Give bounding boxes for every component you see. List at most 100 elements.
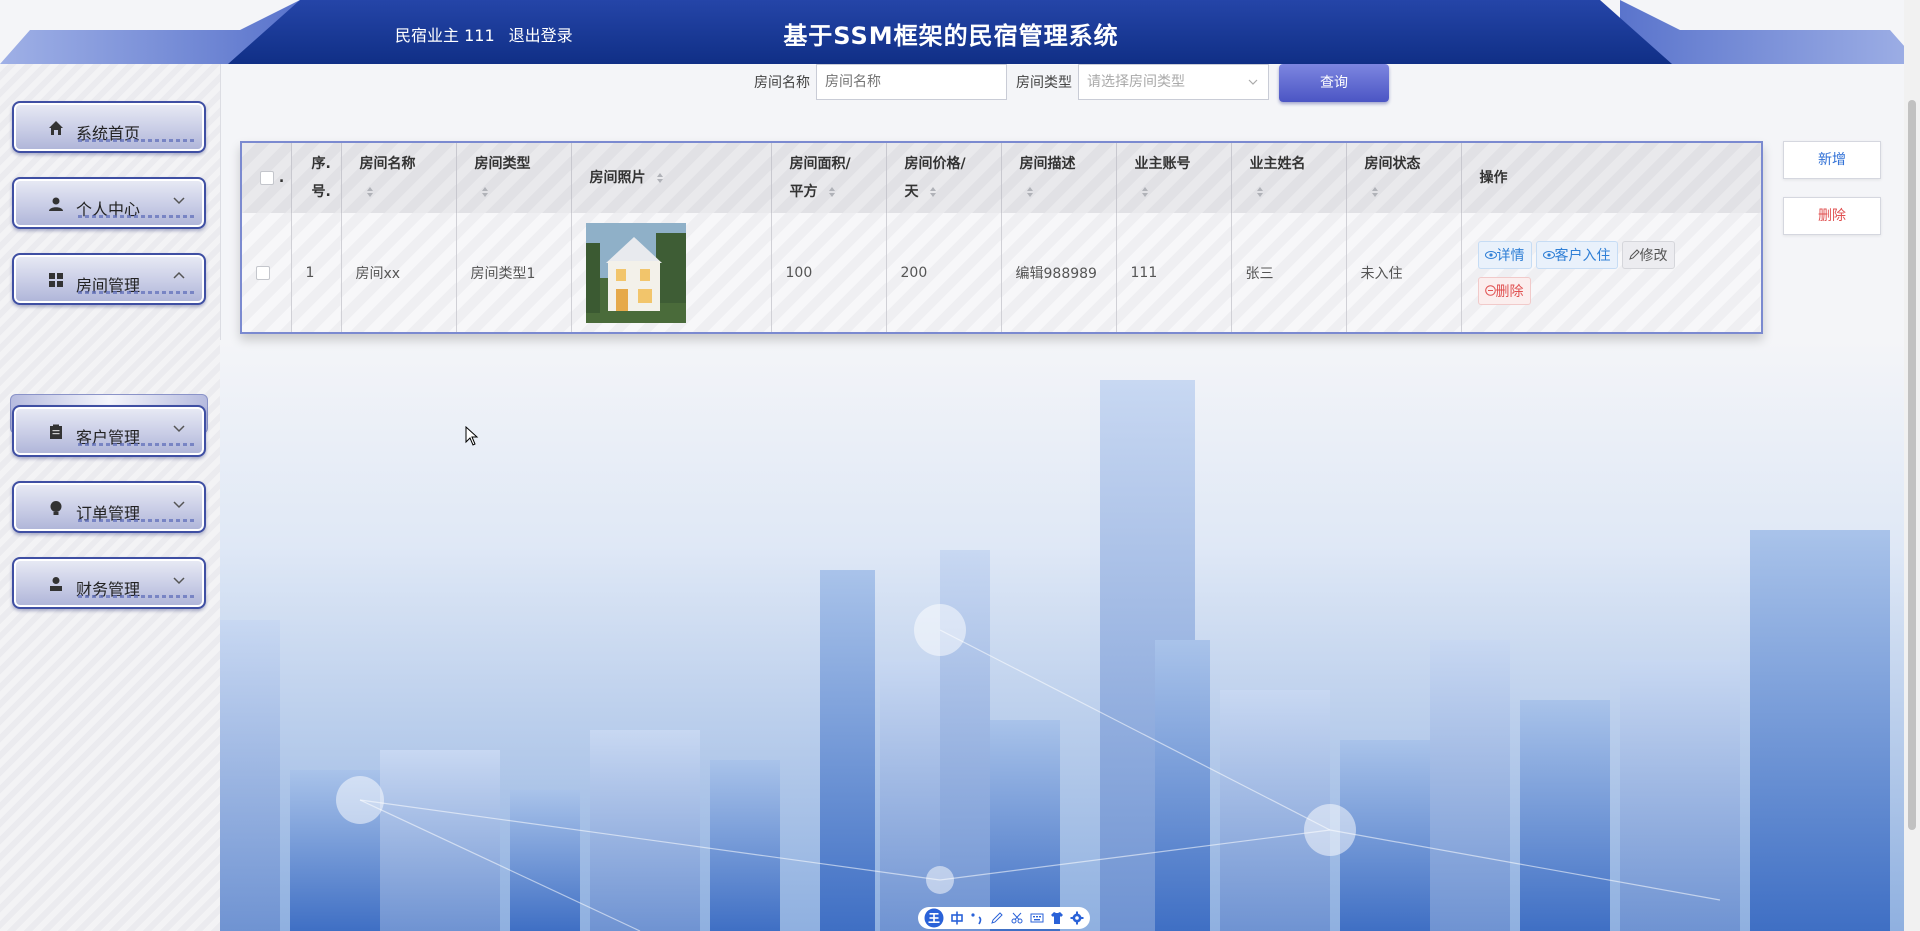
chevron-down-icon [173, 577, 185, 585]
edit-button[interactable]: 修改 [1621, 240, 1675, 269]
checkin-label: 客户入住 [1554, 247, 1611, 264]
keyboard-icon[interactable] [1030, 911, 1044, 925]
checkin-button[interactable]: 客户入住 [1535, 240, 1618, 269]
sidebar: 系统首页 个人中心 房间管理 房间 客户管理 订单管理 财务管理 [0, 64, 221, 931]
row-delete-button[interactable]: 删除 [1477, 276, 1531, 305]
sort-icon [481, 187, 488, 197]
col-header-index: 序. 号. [291, 143, 342, 213]
sort-icon [366, 187, 373, 197]
col-header-room-photo[interactable]: 房间照片 [571, 143, 772, 213]
col-header-label: 房间价格/ [904, 156, 966, 172]
settings-gear-icon[interactable] [1070, 911, 1084, 925]
top-header: 民宿业主 111 退出登录 基于SSM框架的民宿管理系统 [0, 0, 1920, 64]
pencil-icon [1628, 248, 1640, 260]
sort-icon [657, 173, 664, 183]
cell-ops: 详情 客户入住 修改 删除 [1461, 213, 1761, 332]
cell-room-name: 房间xx [341, 213, 457, 332]
sidebar-item-order-management[interactable]: 订单管理 [12, 481, 206, 533]
cell-area: 100 [771, 213, 887, 332]
col-header-description[interactable]: 房间描述 [1001, 143, 1117, 213]
home-icon [49, 121, 63, 135]
sort-icon [1256, 187, 1263, 197]
chevron-down-icon [173, 501, 185, 509]
col-header-label: 业主账号 [1134, 156, 1191, 172]
menu-decoration [78, 139, 194, 142]
sort-icon [1026, 187, 1033, 197]
scrollbar-thumb[interactable] [1908, 100, 1916, 830]
chevron-down-icon [1248, 79, 1258, 85]
sidebar-item-finance-management[interactable]: 财务管理 [12, 557, 206, 609]
col-header-label: 房间面积/ [789, 156, 851, 172]
sort-icon [1141, 187, 1148, 197]
chinese-mode-icon[interactable] [950, 911, 964, 925]
clipboard-icon [50, 424, 62, 439]
chevron-down-icon [173, 197, 185, 205]
room-name-input[interactable] [816, 64, 1007, 100]
col-header-room-name[interactable]: 房间名称 [341, 143, 457, 213]
shirt-icon[interactable] [1050, 911, 1064, 925]
menu-decoration [78, 595, 194, 598]
cell-price: 200 [886, 213, 1002, 332]
query-button[interactable]: 查询 [1279, 64, 1389, 102]
add-button[interactable]: 新增 [1783, 141, 1881, 179]
col-header-status[interactable]: 房间状态 [1346, 143, 1462, 213]
col-header-label: 房间类型 [474, 156, 531, 172]
col-header-label-2: 平方 [789, 184, 818, 200]
col-header-ops: 操作 [1461, 143, 1761, 213]
sort-icon [1371, 187, 1378, 197]
mouse-cursor-icon [465, 426, 479, 446]
user-icon [49, 197, 63, 211]
punctuation-icon[interactable] [970, 911, 984, 925]
room-name-label: 房间名称 [754, 75, 810, 91]
sidebar-item-personal-center[interactable]: 个人中心 [12, 177, 206, 229]
select-all-cell: . [242, 143, 292, 213]
room-type-label: 房间类型 [1016, 75, 1072, 91]
scissors-icon[interactable] [1010, 911, 1024, 925]
col-header-owner-name[interactable]: 业主姓名 [1231, 143, 1347, 213]
select-all-checkbox[interactable] [260, 171, 274, 185]
person-icon [50, 577, 62, 591]
row-delete-label: 删除 [1495, 283, 1524, 300]
table-header-row: . 序. 号. 房间名称 房间类型 房间照片 房间面积/ 平方 房间价格/ 天 … [242, 143, 1761, 213]
cell-description: 编辑988989 [1001, 213, 1117, 332]
table-row: 1 房间xx 房间类型1 100 200 编辑988989 111 张三 未入住… [242, 213, 1761, 332]
cell-index: 1 [291, 213, 342, 332]
detail-button[interactable]: 详情 [1477, 240, 1532, 269]
vertical-scrollbar[interactable] [1904, 0, 1920, 931]
ime-logo-icon[interactable] [924, 908, 944, 928]
col-header-label: 业主姓名 [1249, 156, 1306, 172]
sidebar-item-room-management[interactable]: 房间管理 [12, 253, 206, 305]
minus-circle-icon [1484, 284, 1496, 296]
eye-icon [1542, 250, 1555, 259]
col-header-index-line2: 号. [311, 184, 331, 200]
bulb-icon [50, 501, 62, 515]
sidebar-item-home[interactable]: 系统首页 [12, 101, 206, 153]
grid-icon [49, 273, 63, 287]
room-table: . 序. 号. 房间名称 房间类型 房间照片 房间面积/ 平方 房间价格/ 天 … [240, 141, 1763, 334]
room-type-select[interactable]: 请选择房间类型 [1078, 64, 1269, 100]
ime-toolbar [918, 907, 1090, 929]
system-title: 基于SSM框架的民宿管理系统 [783, 22, 1119, 50]
sort-icon [930, 187, 937, 197]
menu-decoration [78, 291, 194, 294]
menu-decoration [78, 215, 194, 218]
row-checkbox[interactable] [256, 265, 270, 280]
menu-decoration [78, 443, 194, 446]
delete-button[interactable]: 删除 [1783, 197, 1881, 235]
room-photo-image[interactable] [585, 222, 686, 323]
col-header-area[interactable]: 房间面积/ 平方 [771, 143, 887, 213]
sidebar-item-customer-management[interactable]: 客户管理 [12, 405, 206, 457]
room-type-placeholder: 请选择房间类型 [1087, 74, 1185, 90]
detail-label: 详情 [1496, 247, 1525, 264]
eye-icon [1484, 250, 1497, 259]
cell-room-photo [571, 213, 772, 332]
col-header-price[interactable]: 房间价格/ 天 [886, 143, 1002, 213]
pen-icon[interactable] [990, 911, 1004, 925]
search-bar: 房间名称 房间类型 请选择房间类型 查询 [0, 64, 1920, 104]
cell-owner-account: 111 [1116, 213, 1232, 332]
menu-decoration [78, 519, 194, 522]
col-header-room-type[interactable]: 房间类型 [456, 143, 572, 213]
col-header-label: 房间照片 [589, 170, 646, 186]
col-header-owner-account[interactable]: 业主账号 [1116, 143, 1232, 213]
col-header-label: 房间描述 [1019, 156, 1076, 172]
